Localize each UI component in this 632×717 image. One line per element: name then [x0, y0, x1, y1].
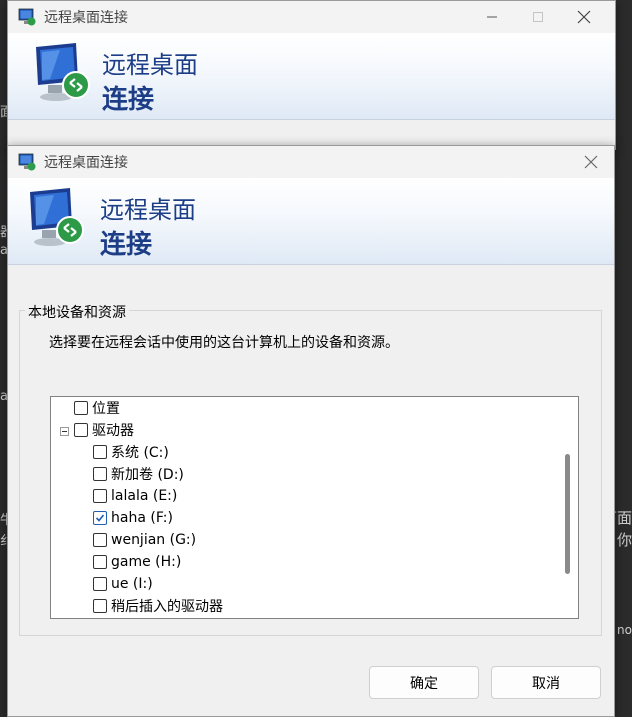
tree-item[interactable]: 驱动器	[74, 419, 134, 441]
tree-item-label: wenjian (G:)	[111, 532, 197, 548]
checkbox[interactable]	[93, 467, 107, 481]
checkbox[interactable]	[74, 401, 88, 415]
banner: 远程桌面 连接	[8, 33, 615, 120]
maximize-icon	[533, 12, 543, 22]
close-button[interactable]	[568, 146, 614, 178]
tree-item-label: 稍后插入的驱动器	[111, 599, 223, 615]
window-title: 远程桌面连接	[44, 155, 128, 171]
banner-title-line2: 连接	[100, 230, 153, 260]
title-bar[interactable]: 远程桌面连接	[8, 1, 615, 33]
close-icon	[584, 155, 598, 169]
tree-item[interactable]: wenjian (G:)	[93, 529, 196, 551]
banner-title-line2: 连接	[102, 85, 155, 115]
checkbox[interactable]	[93, 577, 107, 591]
bg-text-fragment: 你	[616, 531, 632, 549]
tree-item[interactable]: 位置	[74, 397, 120, 419]
tree-item-label: 系统 (C:)	[111, 445, 169, 461]
checkbox[interactable]	[93, 533, 107, 547]
checkbox[interactable]	[93, 555, 107, 569]
checkbox[interactable]	[93, 489, 107, 503]
tree-item[interactable]: 系统 (C:)	[93, 441, 169, 463]
remote-desktop-icon	[30, 188, 84, 246]
banner-title-line1: 远程桌面	[100, 196, 196, 224]
close-icon	[577, 10, 591, 24]
remote-desktop-icon	[18, 153, 36, 171]
vertical-scrollbar[interactable]	[559, 397, 578, 618]
group-title: 本地设备和资源	[25, 302, 129, 322]
cancel-button[interactable]: 取消	[491, 666, 601, 699]
checkbox[interactable]	[93, 445, 107, 459]
tree-item[interactable]: game (H:)	[93, 551, 181, 573]
tree-item[interactable]: haha (F:)	[93, 507, 173, 529]
collapse-minus-icon[interactable]	[60, 427, 69, 436]
tree-item-label: game (H:)	[111, 554, 182, 570]
tree-item-label: 驱动器	[92, 423, 134, 439]
tree-item-label: haha (F:)	[111, 510, 173, 526]
remote-desktop-icon	[18, 8, 36, 26]
tree-item[interactable]: 新加卷 (D:)	[93, 463, 184, 485]
background-window: 远程桌面连接 远程桌面 连接	[7, 0, 616, 150]
checkbox[interactable]	[93, 511, 107, 525]
bg-text-fragment: no	[617, 623, 632, 637]
tree-item-label: 位置	[92, 401, 120, 417]
tree-item-label: lalala (E:)	[111, 488, 178, 504]
group-description: 选择要在远程会话中使用的这台计算机上的设备和资源。	[49, 335, 399, 351]
device-tree[interactable]: 位置 驱动器 系统 (C:) 新加卷 (D:) lalala (E:) haha…	[50, 396, 579, 619]
banner: 远程桌面 连接	[8, 178, 614, 265]
remote-desktop-icon	[36, 43, 90, 101]
minimize-button[interactable]	[469, 1, 515, 33]
maximize-button[interactable]	[515, 1, 561, 33]
tree-item-label: ue (I:)	[111, 576, 153, 592]
local-devices-groupbox: 本地设备和资源 选择要在远程会话中使用的这台计算机上的设备和资源。 位置 驱动器…	[19, 302, 602, 636]
tree-item[interactable]: ue (I:)	[93, 573, 153, 595]
checkbox[interactable]	[93, 599, 107, 613]
tree-item[interactable]: 稍后插入的驱动器	[93, 595, 223, 617]
tree-item[interactable]: lalala (E:)	[93, 485, 177, 507]
scrollbar-thumb[interactable]	[565, 454, 570, 574]
tree-item-label: 新加卷 (D:)	[111, 467, 184, 483]
minimize-icon	[487, 16, 497, 18]
title-bar[interactable]: 远程桌面连接	[8, 146, 614, 178]
checkbox[interactable]	[74, 423, 88, 437]
close-button[interactable]	[561, 1, 607, 33]
banner-title-line1: 远程桌面	[102, 51, 198, 79]
checkmark-icon	[95, 514, 105, 522]
window-title: 远程桌面连接	[44, 10, 128, 26]
ok-button[interactable]: 确定	[369, 666, 479, 699]
rdp-local-resources-dialog: 远程桌面连接 远程桌面 连接 本地设备和资源 选择要在远程会话中使用的这台计算机…	[7, 145, 615, 717]
